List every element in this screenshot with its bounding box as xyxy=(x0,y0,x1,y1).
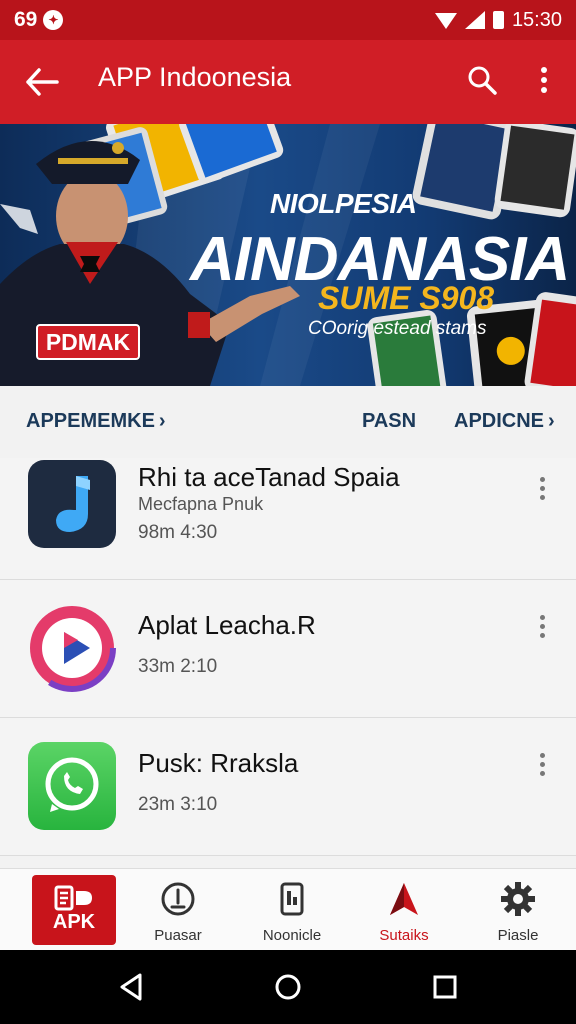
more-vert-icon[interactable] xyxy=(530,746,554,782)
nav-item-puasar[interactable]: Puasar xyxy=(128,869,228,951)
banner-promo: SUME S908 xyxy=(318,280,495,316)
more-vert-icon[interactable] xyxy=(530,470,554,506)
app-title: APP Indoonesia xyxy=(98,62,292,92)
tab-apdicne[interactable]: APDICNE › xyxy=(454,410,555,433)
video-player-app-icon xyxy=(28,604,116,692)
download-icon xyxy=(161,882,195,916)
status-time: 15:30 xyxy=(511,8,562,31)
chevron-right-icon: › xyxy=(548,410,555,432)
banner-subtitle: COorig estead stams xyxy=(308,318,487,339)
wifi-icon xyxy=(434,13,457,29)
nav-apk-button[interactable]: APK xyxy=(32,875,116,945)
tab-pasn[interactable]: PASN xyxy=(362,410,416,433)
banner-badge: PDMAK xyxy=(36,324,140,360)
gear-icon xyxy=(501,882,535,916)
system-nav-bar xyxy=(0,950,576,1024)
status-left: 69 ✦ xyxy=(14,8,64,32)
nav-label: APK xyxy=(52,911,96,933)
list-item[interactable]: Rhi ta aceTanad Spaia Mecfapna Pnuk 98m … xyxy=(0,458,576,580)
tab-label: APDICNE xyxy=(454,410,545,432)
system-back-icon[interactable] xyxy=(116,972,146,1002)
status-right: 15:30 xyxy=(434,8,562,32)
app-meta: 33m 2:10 xyxy=(138,656,218,677)
bottom-nav: APK Puasar Noonicle Sutaiks Piasle xyxy=(0,868,576,950)
back-arrow-icon[interactable] xyxy=(24,64,60,100)
app-meta: 23m 3:10 xyxy=(138,794,218,815)
nav-item-noonicle[interactable]: Noonicle xyxy=(242,869,342,951)
list-item[interactable]: Aplat Leacha.R 33m 2:10 xyxy=(0,580,576,718)
nav-label: Noonicle xyxy=(262,927,322,944)
app-name: Pusk: Rraksla xyxy=(138,748,299,778)
nav-label: Piasle xyxy=(497,927,539,944)
tab-label: APPEMEMKE xyxy=(26,410,155,432)
nav-item-sutaiks[interactable]: Sutaiks xyxy=(354,869,454,951)
app-name: Rhi ta aceTanad Spaia xyxy=(138,462,400,492)
status-bar: 69 ✦ 15:30 xyxy=(0,0,576,40)
app-root: 69 ✦ 15:30 APP Indoonesia NIOLPESIA AIND… xyxy=(0,0,576,1024)
list-item[interactable]: Pusk: Rraksla 23m 3:10 xyxy=(0,718,576,856)
apk-icon xyxy=(54,885,92,911)
nav-item-piasle[interactable]: Piasle xyxy=(468,869,568,951)
system-recents-icon[interactable] xyxy=(430,972,460,1002)
signal-icon xyxy=(464,11,485,29)
more-vert-icon[interactable] xyxy=(526,62,562,98)
search-icon[interactable] xyxy=(464,62,500,98)
battery-icon xyxy=(492,11,504,29)
status-left-text: 69 xyxy=(14,8,38,31)
notification-icon: ✦ xyxy=(43,10,64,30)
more-vert-icon[interactable] xyxy=(530,608,554,644)
app-subtitle: Mecfapna Pnuk xyxy=(138,494,264,514)
triangle-logo-icon xyxy=(390,883,418,915)
category-tabs: APPEMEMKE › PASN APDICNE › xyxy=(0,386,576,458)
music-app-icon xyxy=(28,460,116,548)
nav-label: Sutaiks xyxy=(379,927,429,944)
promo-banner[interactable]: NIOLPESIA AINDANASIA SUME S908 COorig es… xyxy=(0,124,576,386)
app-name: Aplat Leacha.R xyxy=(138,610,316,640)
app-meta: 98m 4:30 xyxy=(138,522,218,543)
chevron-right-icon: › xyxy=(158,410,166,432)
phone-icon xyxy=(280,882,304,916)
nav-label: Puasar xyxy=(154,927,202,944)
banner-kicker: NIOLPESIA xyxy=(270,188,417,219)
whatsapp-icon xyxy=(28,742,116,830)
system-home-icon[interactable] xyxy=(273,972,303,1002)
tab-appememke[interactable]: APPEMEMKE › xyxy=(26,410,166,433)
app-bar: APP Indoonesia xyxy=(0,40,576,124)
tab-label: PASN xyxy=(362,410,417,432)
